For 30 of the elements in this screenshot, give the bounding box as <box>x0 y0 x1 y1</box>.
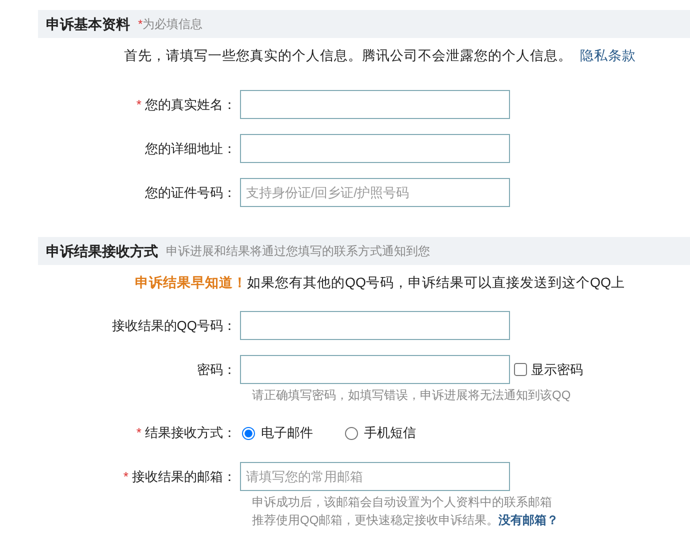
radio-label: 手机短信 <box>364 424 416 442</box>
no-email-link[interactable]: 没有邮箱？ <box>498 511 559 529</box>
checkbox-label: 显示密码 <box>531 360 583 379</box>
field-label: 密码： <box>196 360 237 379</box>
radio-button[interactable] <box>345 426 358 440</box>
field-label: * 接收结果的邮箱： <box>122 468 237 486</box>
intro-text: 首先，请填写一些您真实的个人信息。腾讯公司不会泄露您的个人信息。 <box>124 47 572 65</box>
field-label: * 您的真实姓名： <box>135 96 237 114</box>
hint-text: 请正确填写密码，如填写错误，申诉进展将无法通知到该QQ <box>252 387 571 404</box>
field-label: 您的证件号码： <box>144 184 237 202</box>
password-field[interactable] <box>240 355 510 384</box>
section-title: 申诉基本资料 <box>46 14 130 34</box>
hint-text: 推荐使用QQ邮箱，更快速稳定接收申诉结果。 <box>252 512 499 529</box>
input-field[interactable] <box>240 90 510 119</box>
input-field[interactable]: 请填写您的常用邮箱 <box>240 462 510 491</box>
input-field[interactable]: 支持身份证/回乡证/护照号码 <box>240 178 510 207</box>
required-note: *为必填信息 <box>138 16 203 33</box>
privacy-link[interactable]: 隐私条款 <box>580 38 636 74</box>
required-note: 申诉进展和结果将通过您填写的联系方式通知到您 <box>166 243 430 260</box>
field-label: 您的详细地址： <box>144 140 237 158</box>
input-field[interactable] <box>240 311 510 340</box>
field-label: 接收结果的QQ号码： <box>110 316 237 335</box>
radio-button[interactable] <box>242 426 255 440</box>
radio-label: 电子邮件 <box>261 424 313 442</box>
input-field[interactable] <box>240 134 510 163</box>
hint-text: 申诉成功后，该邮箱会自动设置为个人资料中的联系邮箱 <box>252 494 552 511</box>
field-label: * 结果接收方式： <box>135 424 237 442</box>
show-password-checkbox[interactable] <box>514 363 527 376</box>
intro-text: 申诉结果早知道！如果您有其他的QQ号码，申诉结果可以直接发送到这个QQ上 <box>134 274 625 292</box>
section-title: 申诉结果接收方式 <box>46 242 158 260</box>
